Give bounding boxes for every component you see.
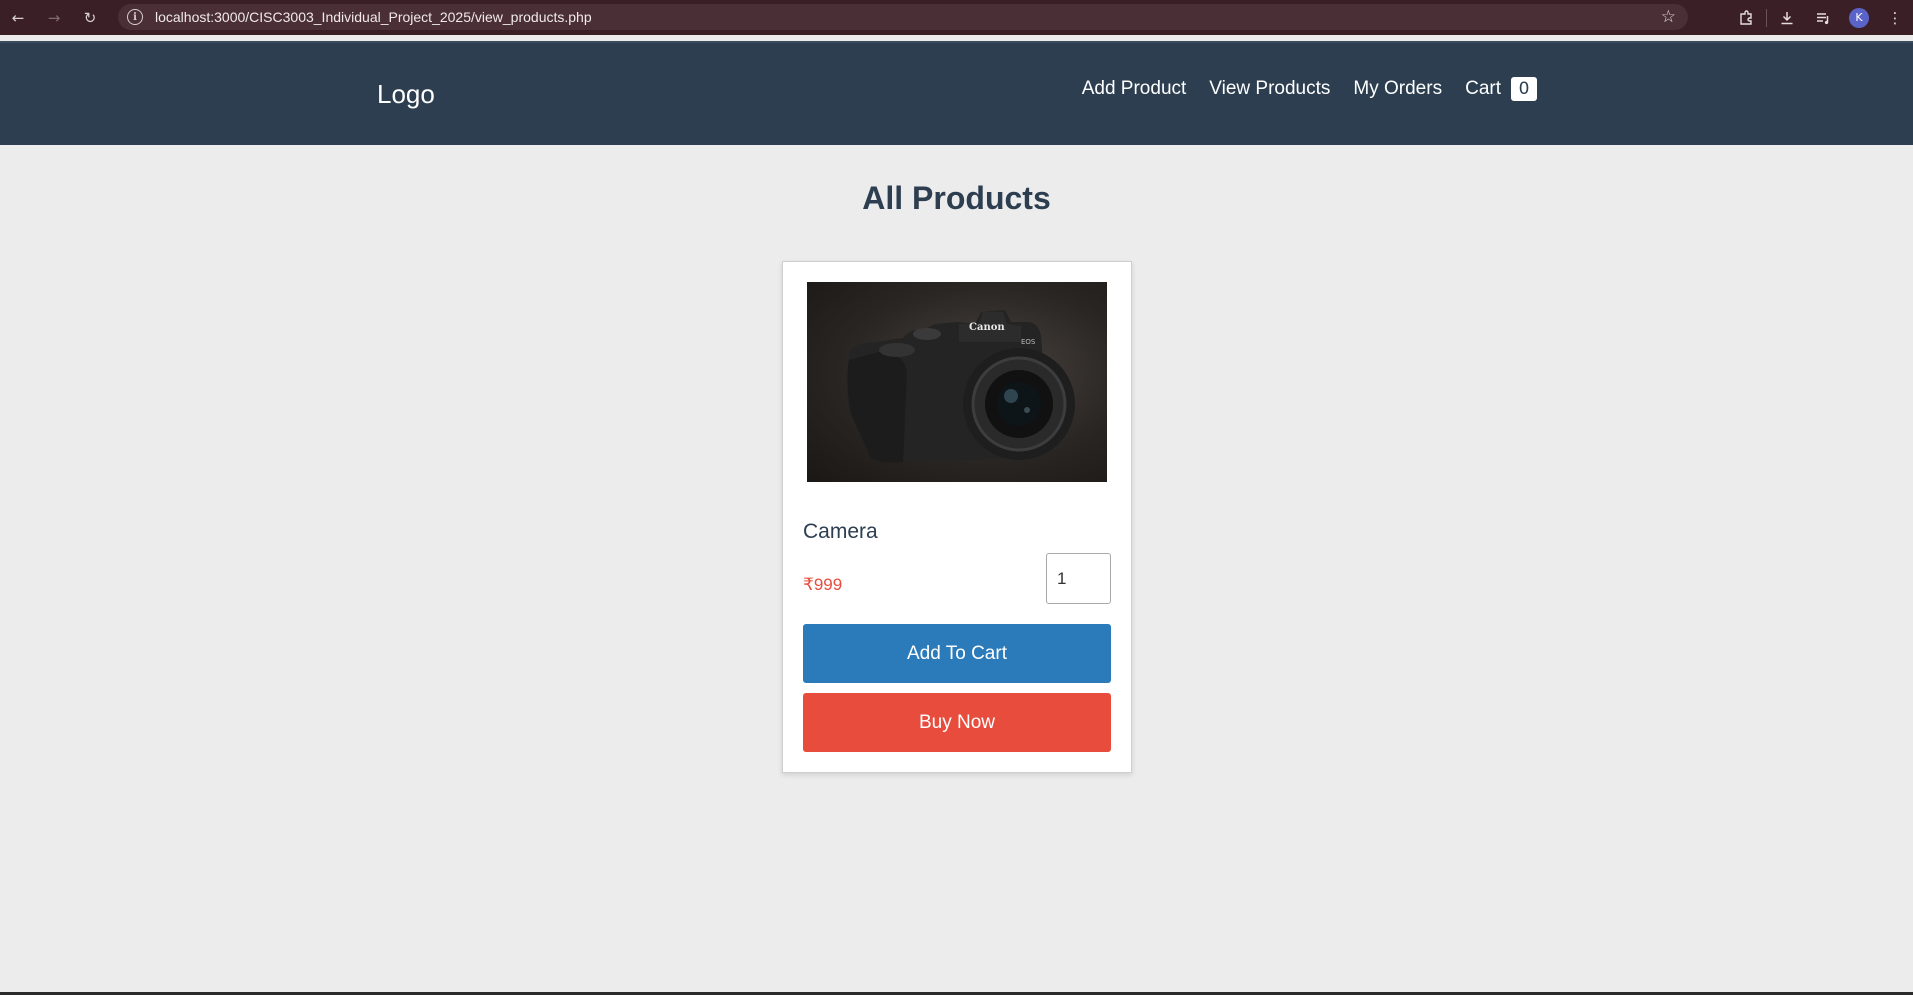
menu-kebab-icon[interactable]: ⋮ <box>1877 0 1913 35</box>
cart-count-badge: 0 <box>1511 77 1537 101</box>
site-logo[interactable]: Logo <box>377 79 435 110</box>
product-price: ₹999 <box>803 575 843 594</box>
page-title: All Products <box>862 180 1051 216</box>
url-text[interactable]: localhost:3000/CISC3003_Individual_Proje… <box>155 9 592 25</box>
address-bar[interactable]: i localhost:3000/CISC3003_Individual_Pro… <box>118 4 1688 30</box>
extensions-icon[interactable] <box>1728 0 1764 35</box>
nav-view-products[interactable]: View Products <box>1209 78 1330 100</box>
avatar: K <box>1849 7 1869 28</box>
media-control-icon[interactable] <box>1805 0 1841 35</box>
browser-toolbar: ← → ↻ i localhost:3000/CISC3003_Individu… <box>0 0 1913 35</box>
nav-cart[interactable]: Cart 0 <box>1465 77 1537 101</box>
main-nav: Add Product View Products My Orders Cart… <box>1082 77 1537 101</box>
reload-icon[interactable]: ↻ <box>72 0 108 35</box>
product-name: Camera <box>803 520 878 543</box>
nav-add-product[interactable]: Add Product <box>1082 78 1187 100</box>
add-to-cart-button[interactable]: Add To Cart <box>803 624 1111 683</box>
back-icon[interactable]: ← <box>0 0 36 35</box>
camera-model-text: EOS <box>1021 338 1036 346</box>
profile-avatar[interactable]: K <box>1841 0 1877 35</box>
forward-icon[interactable]: → <box>36 0 72 35</box>
product-card: Canon EOS Camera ₹999 Add To Cart Buy No… <box>782 261 1132 773</box>
site-header: Logo Add Product View Products My Orders… <box>0 41 1913 145</box>
nav-cart-label[interactable]: Cart <box>1465 78 1501 100</box>
quantity-input[interactable] <box>1046 553 1111 604</box>
camera-brand-text: Canon <box>969 322 1005 333</box>
download-icon[interactable] <box>1769 0 1805 35</box>
site-info-icon[interactable]: i <box>127 9 143 25</box>
toolbar-divider <box>1766 8 1767 27</box>
bookmark-star-icon[interactable]: ☆ <box>1661 7 1676 27</box>
browser-actions: K ⋮ <box>1728 0 1913 35</box>
camera-image: Canon EOS <box>847 310 1075 463</box>
nav-my-orders[interactable]: My Orders <box>1353 78 1442 100</box>
product-image: Canon EOS <box>807 282 1107 482</box>
buy-now-button[interactable]: Buy Now <box>803 693 1111 752</box>
